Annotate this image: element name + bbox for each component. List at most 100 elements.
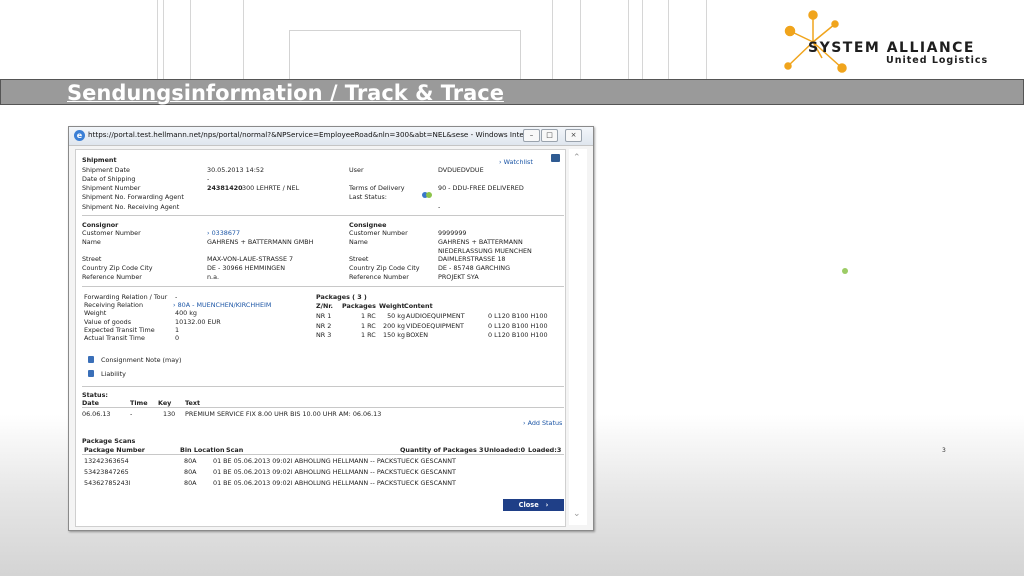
close-button-label: Close (518, 501, 539, 509)
consignee-customer-value: 9999999 (438, 229, 467, 237)
forwarding-relation-label: Forwarding Relation / Tour (84, 293, 168, 301)
scans-col-bin: Bin Location (180, 446, 225, 454)
consignee-heading: Consignee (349, 221, 387, 229)
actual-transit-label: Actual Transit Time (84, 334, 145, 342)
printer-icon[interactable] (551, 154, 560, 162)
package-count: 1 RC (361, 322, 376, 330)
package-nr: NR 1 (316, 312, 332, 320)
liability-link[interactable]: Liability (101, 370, 126, 378)
consignor-reference-label: Reference Number (82, 273, 142, 281)
package-nr: NR 2 (316, 322, 332, 330)
window-url: https://portal.test.hellmann.net/nps/por… (88, 130, 523, 139)
receiving-relation-link[interactable]: › 80A - MUENCHEN/KIRCHHEIM (173, 301, 271, 309)
shipment-number-value: 24381420 (207, 184, 243, 192)
consignee-name-value: GAHRENS + BATTERMANN (438, 238, 523, 246)
maximize-button[interactable]: □ (541, 129, 558, 142)
consignor-customer-label: Customer Number (82, 229, 141, 237)
terms-value: 90 - DDU-FREE DELIVERED (438, 184, 524, 192)
consignor-country-label: Country Zip Code City (82, 264, 153, 272)
consignee-country-label: Country Zip Code City (349, 264, 420, 272)
scans-col-scan: Scan (226, 446, 244, 454)
browser-popup-window: e https://portal.test.hellmann.net/nps/p… (68, 126, 594, 531)
package-weight: 150 kg (383, 331, 405, 339)
value-of-goods-value: 10132.00 EUR (175, 318, 221, 326)
consignor-customer-link[interactable]: › 0338677 (207, 229, 240, 237)
weight-label: Weight (84, 309, 107, 317)
scan-bin: 80A (184, 457, 197, 465)
window-close-button[interactable]: × (565, 129, 582, 142)
expected-transit-label: Expected Transit Time (84, 326, 155, 334)
weight-value: 400 kg (175, 309, 197, 317)
consignor-customer-value: 0338677 (211, 229, 241, 237)
receiving-relation-value: 80A - MUENCHEN/KIRCHHEIM (177, 301, 272, 309)
watchlist-label: Watchlist (503, 158, 533, 166)
packages-col-weight: Weight (379, 302, 405, 310)
expected-transit-value: 1 (175, 326, 180, 334)
scroll-down-icon[interactable]: ⌄ (573, 509, 581, 519)
last-status-value: - (438, 203, 441, 211)
package-content: AUDIOEQUIPMENT (406, 312, 465, 320)
package-content: VIDEOEQUIPMENT (406, 322, 464, 330)
consignee-reference-value: PROJEKT SYA (438, 273, 479, 281)
terms-label: Terms of Delivery (349, 184, 405, 192)
consignee-customer-label: Customer Number (349, 229, 408, 237)
scans-col-loaded: Loaded:3 (528, 446, 562, 454)
packages-col-content: Content (404, 302, 433, 310)
package-weight: 50 kg (387, 312, 405, 320)
scans-col-unloaded: Unloaded:0 (484, 446, 526, 454)
status-key: 130 (163, 410, 176, 418)
forwarding-relation-value: - (175, 293, 178, 301)
system-alliance-logo: SYSTEM ALLIANCE United Logistics (780, 6, 1010, 76)
date-of-shipping-label: Date of Shipping (82, 175, 136, 183)
shipment-branch-value: 300 LEHRTE / NEL (242, 184, 300, 192)
scan-bin: 80A (184, 468, 197, 476)
status-time: - (130, 410, 133, 418)
consignee-street-label: Street (349, 255, 369, 263)
user-value: DVDUEDVDUE (438, 166, 484, 174)
consignor-heading: Consignor (82, 221, 119, 229)
consignor-name-value: GAHRENS + BATTERMANN GMBH (207, 238, 314, 246)
shipment-number-label: Shipment Number (82, 184, 141, 192)
status-text: PREMIUM SERVICE FIX 8.00 UHR BIS 10.00 U… (185, 410, 382, 418)
package-scans-heading: Package Scans (82, 437, 136, 445)
consignor-name-label: Name (82, 238, 101, 246)
status-heading: Status: (82, 391, 108, 399)
decorative-dot (842, 268, 848, 274)
consignee-name-line2: NIEDERLASSUNG MUENCHEN (438, 247, 532, 255)
consignor-reference-value: n.a. (207, 273, 220, 281)
consignment-note-link[interactable]: Consignment Note (may) (101, 356, 181, 364)
shipment-date-value: 30.05.2013 14:52 (207, 166, 265, 174)
package-dimensions: 0 L120 B100 H100 (488, 322, 548, 330)
packages-heading: Packages ( 3 ) (316, 293, 367, 301)
document-icon (88, 370, 94, 377)
value-of-goods-label: Value of goods (84, 318, 132, 326)
internet-explorer-icon: e (74, 130, 85, 141)
package-nr: NR 3 (316, 331, 332, 339)
scroll-up-icon[interactable]: ⌃ (573, 153, 581, 163)
watchlist-link[interactable]: › Watchlist (499, 158, 533, 166)
package-weight: 200 kg (383, 322, 405, 330)
vertical-scrollbar[interactable]: ⌃ ⌄ (569, 149, 587, 525)
close-button[interactable]: Close › (503, 499, 564, 511)
actual-transit-value: 0 (175, 334, 180, 342)
date-of-shipping-value: - (207, 175, 210, 183)
logo-text-secondary: United Logistics (886, 55, 989, 66)
scan-package-number: 53423847265 (84, 468, 129, 476)
status-col-date: Date (82, 399, 100, 407)
status-col-key: Key (158, 399, 172, 407)
scans-col-number: Package Number (84, 446, 145, 454)
minimize-button[interactable]: – (523, 129, 540, 142)
package-dimensions: 0 L120 B100 H100 (488, 331, 548, 339)
consignee-reference-label: Reference Number (349, 273, 409, 281)
packages-col-packages: Packages (342, 302, 376, 310)
scan-package-number: 13242363654 (84, 457, 129, 465)
forwarding-agent-label: Shipment No. Forwarding Agent (82, 193, 184, 201)
add-status-label: Add Status (527, 419, 563, 427)
scan-text: 01 BE 05.06.2013 09:02l ABHOLUNG HELLMAN… (213, 479, 456, 487)
slide-title: Sendungsinformation / Track & Trace (67, 81, 504, 105)
document-icon (88, 356, 94, 363)
page-number: 3 (942, 447, 946, 454)
package-dimensions: 0 L120 B100 H100 (488, 312, 548, 320)
status-col-text: Text (185, 399, 201, 407)
add-status-link[interactable]: › Add Status (523, 419, 562, 427)
